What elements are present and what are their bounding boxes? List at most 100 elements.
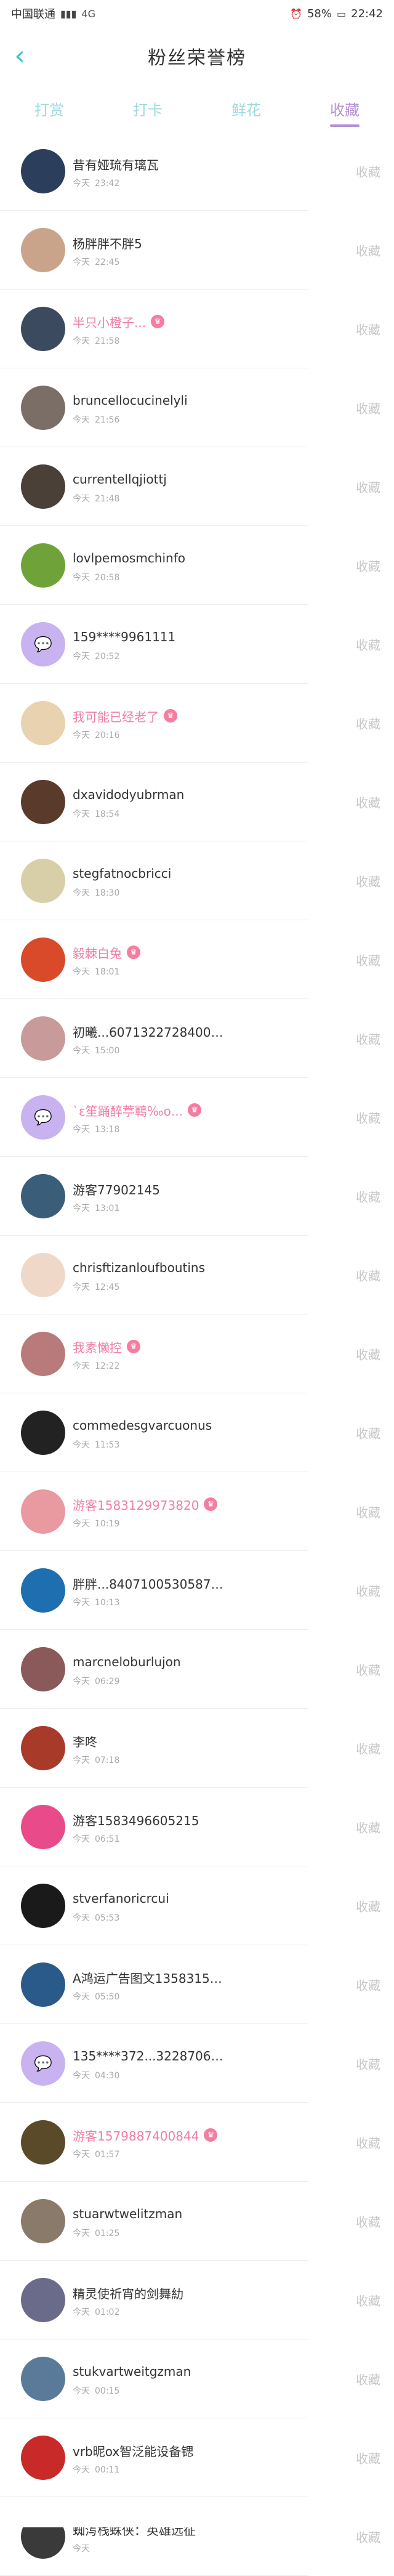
collect-label[interactable]: 收藏 <box>356 793 380 811</box>
avatar[interactable] <box>21 1016 65 1061</box>
list-item[interactable]: 💬 `ε笙踊醉葶鶤‰ο... ♛ 今天 13:18 收藏 <box>0 1078 394 1157</box>
avatar[interactable] <box>21 780 65 824</box>
avatar[interactable] <box>21 1726 65 1770</box>
collect-label[interactable]: 收藏 <box>356 2528 380 2546</box>
collect-label[interactable]: 收藏 <box>356 872 380 890</box>
user-name[interactable]: 游客1579887400844 <box>73 2126 199 2144</box>
user-name[interactable]: 我可能已经老了 <box>73 707 159 725</box>
list-item[interactable]: 游客1583129973820 ♛ 今天 10:19 收藏 <box>0 1472 394 1551</box>
list-item[interactable]: 💬 135****372...3228706586 今天 04:30 收藏 <box>0 2024 394 2103</box>
list-item[interactable]: stegfatnocbricci 今天 18:30 收藏 <box>0 841 394 920</box>
user-name[interactable]: lovlpemosmchinfo <box>73 551 185 565</box>
list-item[interactable]: 初曦...6071322728400832 今天 15:00 收藏 <box>0 999 394 1078</box>
list-item[interactable]: 毅棘白兔 ♛ 今天 18:01 收藏 <box>0 920 394 999</box>
avatar[interactable]: 💬 <box>21 622 65 666</box>
collect-label[interactable]: 收藏 <box>356 636 380 654</box>
user-name[interactable]: 游客1583496605215 <box>73 1811 199 1829</box>
user-name[interactable]: 游客77902145 <box>73 1180 160 1198</box>
avatar[interactable] <box>21 2120 65 2165</box>
avatar[interactable] <box>21 1332 65 1376</box>
user-name[interactable]: `ε笙踊醉葶鶤‰ο... <box>73 1101 183 1119</box>
list-item[interactable]: 💬 159****9961111 今天 20:52 收藏 <box>0 605 394 684</box>
avatar[interactable] <box>21 386 65 430</box>
avatar[interactable] <box>21 1489 65 1534</box>
list-item[interactable]: 蜘泻栈蛛侠：英雄远征 今天 收藏 <box>0 2497 394 2576</box>
list-item[interactable]: A鸿运广告图文13583154046 今天 05:50 收藏 <box>0 1945 394 2024</box>
avatar[interactable] <box>21 307 65 351</box>
user-name[interactable]: dxavidodyubrman <box>73 787 184 802</box>
avatar[interactable] <box>21 938 65 982</box>
user-name[interactable]: 159****9961111 <box>73 630 175 644</box>
list-item[interactable]: bruncellocucinelyli 今天 21:56 收藏 <box>0 368 394 447</box>
list-item[interactable]: 游客1579887400844 ♛ 今天 01:57 收藏 <box>0 2103 394 2182</box>
collect-label[interactable]: 收藏 <box>356 1740 380 1757</box>
collect-label[interactable]: 收藏 <box>356 1030 380 1048</box>
tab-xianhua[interactable]: 鲜花 <box>228 92 265 126</box>
list-item[interactable]: 精灵使祈宵的剑舞糼 今天 01:02 收藏 <box>0 2261 394 2339</box>
collect-label[interactable]: 收藏 <box>356 1345 380 1363</box>
tab-daka[interactable]: 打卡 <box>129 92 166 126</box>
user-name[interactable]: 半只小橙子... <box>73 313 146 331</box>
avatar[interactable] <box>21 1568 65 1613</box>
list-item[interactable]: currentellqjiottj 今天 21:48 收藏 <box>0 447 394 526</box>
list-item[interactable]: chrisftizanloufboutins 今天 12:45 收藏 <box>0 1236 394 1314</box>
user-name[interactable]: commedesgvarcuonus <box>73 1418 212 1433</box>
avatar[interactable] <box>21 1962 65 2007</box>
user-name[interactable]: 精灵使祈宵的剑舞糼 <box>73 2284 183 2302</box>
avatar[interactable] <box>21 1647 65 1691</box>
list-item[interactable]: stukvartweitgzman 今天 00:15 收藏 <box>0 2339 394 2418</box>
avatar[interactable] <box>21 2278 65 2322</box>
collect-label[interactable]: 收藏 <box>356 1818 380 1836</box>
collect-label[interactable]: 收藏 <box>356 2213 380 2230</box>
list-item[interactable]: 游客77902145 今天 13:01 收藏 <box>0 1157 394 1236</box>
collect-label[interactable]: 收藏 <box>356 1424 380 1442</box>
avatar[interactable] <box>21 1884 65 1928</box>
collect-label[interactable]: 收藏 <box>356 1661 380 1679</box>
list-item[interactable]: 我可能已经老了 ♛ 今天 20:16 收藏 <box>0 684 394 763</box>
avatar[interactable] <box>21 149 65 193</box>
collect-label[interactable]: 收藏 <box>356 1582 380 1600</box>
list-item[interactable]: commedesgvarcuonus 今天 11:53 收藏 <box>0 1393 394 1472</box>
user-name[interactable]: 游客1583129973820 <box>73 1496 199 1513</box>
user-name[interactable]: 135****372...3228706586 <box>73 2049 227 2064</box>
collect-label[interactable]: 收藏 <box>356 2134 380 2152</box>
user-name[interactable]: 李咚 <box>73 1732 97 1750</box>
user-name[interactable]: vrb昵ox智泛能设备锶 <box>73 2442 193 2460</box>
user-name[interactable]: stuarwtwelitzman <box>73 2206 182 2221</box>
user-name[interactable]: stukvartweitgzman <box>73 2364 191 2379</box>
list-item[interactable]: vrb昵ox智泛能设备锶 今天 00:11 收藏 <box>0 2418 394 2497</box>
collect-label[interactable]: 收藏 <box>356 2370 380 2388</box>
avatar[interactable] <box>21 2436 65 2480</box>
user-name[interactable]: 我素懒控 <box>73 1338 122 1356</box>
avatar[interactable] <box>21 1805 65 1849</box>
tab-dashang[interactable]: 打赏 <box>31 92 68 126</box>
list-item[interactable]: stverfanoricrcui 今天 05:53 收藏 <box>0 1866 394 1945</box>
avatar[interactable]: 💬 <box>21 2041 65 2086</box>
collect-label[interactable]: 收藏 <box>356 399 380 417</box>
avatar[interactable] <box>21 1411 65 1455</box>
user-name[interactable]: currentellqjiottj <box>73 472 167 487</box>
list-item[interactable]: stuarwtwelitzman 今天 01:25 收藏 <box>0 2182 394 2261</box>
avatar[interactable] <box>21 1253 65 1297</box>
user-name[interactable]: A鸿运广告图文13583154046 <box>73 1969 227 1987</box>
list-item[interactable]: 杨胖胖不胖5 今天 22:45 收藏 <box>0 211 394 290</box>
collect-label[interactable]: 收藏 <box>356 478 380 496</box>
chevron-left-icon[interactable]: ‹ <box>11 43 28 70</box>
user-name[interactable]: 杨胖胖不胖5 <box>73 234 142 252</box>
collect-label[interactable]: 收藏 <box>356 1188 380 1205</box>
collect-label[interactable]: 收藏 <box>356 557 380 575</box>
list-item[interactable]: 昔有娅琉有璃瓦 今天 23:42 收藏 <box>0 132 394 211</box>
collect-label[interactable]: 收藏 <box>356 2449 380 2467</box>
collect-label[interactable]: 收藏 <box>356 1503 380 1521</box>
avatar[interactable]: 💬 <box>21 1095 65 1140</box>
user-name[interactable]: 胖胖...8407100530587442 <box>73 1574 227 1592</box>
collect-label[interactable]: 收藏 <box>356 715 380 732</box>
tab-shoucang[interactable]: 收藏 <box>326 92 363 126</box>
avatar[interactable] <box>21 701 65 745</box>
collect-label[interactable]: 收藏 <box>356 320 380 338</box>
user-name[interactable]: marcneloburlujon <box>73 1655 181 1669</box>
collect-label[interactable]: 收藏 <box>356 2291 380 2309</box>
user-name[interactable]: bruncellocucinelyli <box>73 393 188 408</box>
collect-label[interactable]: 收藏 <box>356 163 380 180</box>
user-name[interactable]: 初曦...6071322728400832 <box>73 1023 227 1040</box>
